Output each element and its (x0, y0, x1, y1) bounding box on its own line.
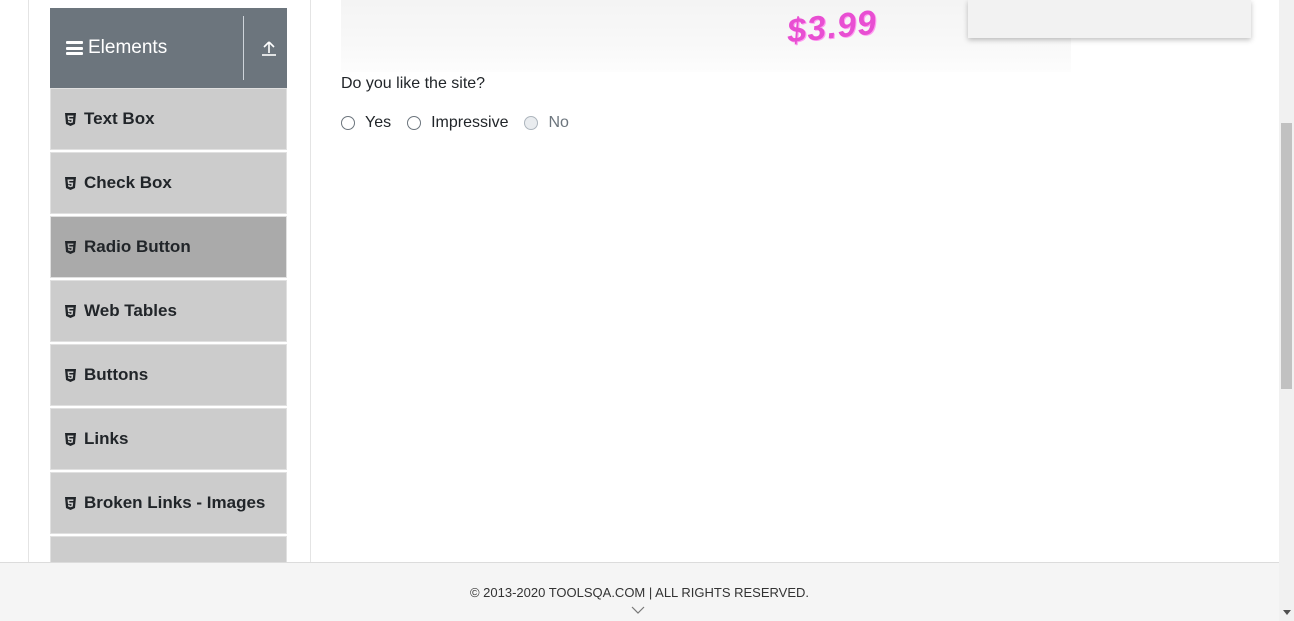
radio-no-label: No (548, 114, 569, 131)
radio-impressive[interactable]: Impressive (407, 114, 508, 132)
html5-icon (65, 304, 76, 318)
radio-impressive-input[interactable] (407, 116, 422, 130)
radio-no-input (524, 116, 539, 130)
html5-icon (65, 176, 76, 190)
sidebar-right-border (310, 0, 311, 562)
radio-impressive-label[interactable]: Impressive (431, 114, 508, 132)
sidebar-item-radio-button[interactable]: Radio Button (50, 216, 287, 278)
radio-yes[interactable]: Yes (341, 114, 391, 132)
scrollbar-thumb[interactable] (1281, 123, 1292, 389)
sidebar-item-buttons[interactable]: Buttons (50, 344, 287, 406)
page-footer: © 2013-2020 TOOLSQA.COM | ALL RIGHTS RES… (0, 562, 1279, 621)
sidebar-item-label: Buttons (84, 365, 149, 384)
sidebar-item-broken-links-images[interactable]: Broken Links - Images (50, 472, 287, 534)
group-title[interactable]: Elements (66, 8, 167, 88)
footer-copyright: © 2013-2020 TOOLSQA.COM | ALL RIGHTS RES… (469, 585, 810, 600)
elements-group-header[interactable]: Elements (50, 8, 287, 88)
sidebar-item-label: Check Box (84, 173, 172, 192)
header-divider (243, 16, 244, 80)
html5-icon (65, 496, 76, 510)
radio-group: Yes Impressive No (341, 114, 585, 132)
radio-yes-label[interactable]: Yes (365, 114, 391, 132)
advertisement-card[interactable] (968, 0, 1251, 38)
sidebar-item-label: Text Box (84, 109, 155, 128)
elements-menu-list: Text Box Check Box Radio Button Web Tabl… (50, 88, 287, 568)
sidebar-item-label: Links (84, 429, 129, 448)
sidebar-item-check-box[interactable]: Check Box (50, 152, 287, 214)
html5-icon (65, 240, 76, 254)
advertisement-banner[interactable]: $3.99 (341, 0, 1071, 72)
sidebar-item-label: Radio Button (84, 237, 191, 256)
sidebar-item-web-tables[interactable]: Web Tables (50, 280, 287, 342)
sidebar-left-border (28, 0, 29, 562)
html5-icon (65, 432, 76, 446)
html5-icon (65, 112, 76, 126)
radio-yes-input[interactable] (341, 116, 355, 130)
sidebar-item-label: Web Tables (84, 301, 177, 320)
group-title-label: Elements (88, 37, 168, 58)
radio-question: Do you like the site? (341, 75, 486, 92)
sidebar-item-label: Broken Links - Images (84, 493, 266, 512)
radio-no: No (524, 114, 569, 132)
collapse-up-icon[interactable] (261, 39, 277, 57)
chevron-down-icon[interactable] (631, 605, 645, 615)
sidebar-item-links[interactable]: Links (50, 408, 287, 470)
menu-icon (66, 41, 83, 55)
page-scrollbar[interactable] (1279, 0, 1294, 621)
scroll-down-arrow-icon[interactable] (1283, 610, 1291, 615)
html5-icon (65, 368, 76, 382)
banner-price: $3.99 (785, 3, 879, 51)
sidebar-item-text-box[interactable]: Text Box (50, 88, 287, 150)
